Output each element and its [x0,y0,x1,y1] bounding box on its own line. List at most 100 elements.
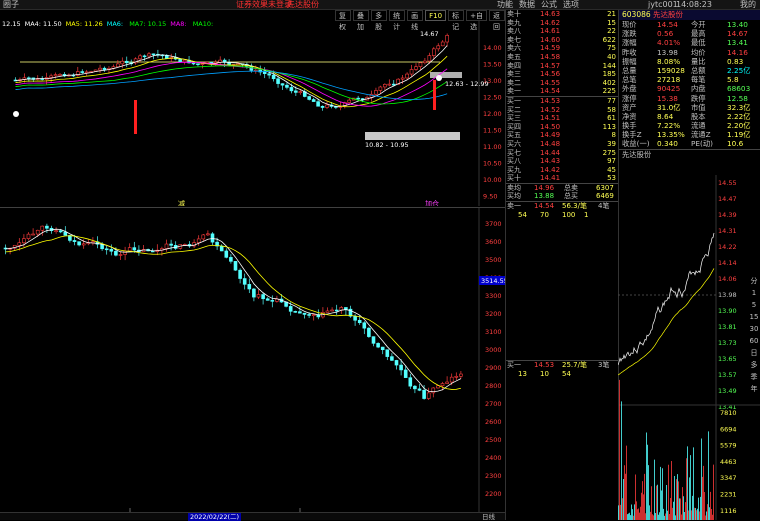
ma-legend-item: MA5: 11.26 [65,20,103,28]
y-axis-label: 3500 [485,256,502,264]
toolbar-button[interactable]: F10 [425,10,447,21]
sell-level[interactable]: 卖三 14.56 185 [506,70,618,79]
period-tab[interactable]: 15 [748,311,760,323]
buy-level[interactable]: 买四 14.50 113 [506,123,618,132]
toolbar-button[interactable]: 画线 [407,10,424,31]
intraday-chart[interactable]: 14.55 14.47 14.39 14.31 14.22 14.14 14.06 13.98… [618,175,760,520]
buy-level[interactable]: 买二 14.52 58 [506,106,618,115]
buy-level[interactable]: 买一 14.53 77 [506,97,618,106]
level-volume: 22 [607,27,616,36]
candle [127,247,132,252]
toolbar-button[interactable]: 返回 [489,10,506,31]
level-price: 14.55 [540,78,561,87]
ma-line [15,70,448,100]
buy-level[interactable]: 买五 14.49 8 [506,131,618,140]
candle [109,249,114,252]
price-label: 14.31 [718,227,737,235]
info-row: 净资 8.64 股本 2.22亿 [619,112,760,121]
ma-legend-item: MA4: 11.50 [24,20,62,28]
period-tab[interactable]: 多 [748,359,760,371]
kline-chart-stock[interactable]: 14.00 13.50 13.00 12.50 12.00 11.50 11.00 10.50… [0,10,505,206]
candle [63,231,68,236]
y-axis-label: 3700 [485,220,502,228]
info-field: 10.6 [727,139,744,149]
sell-level[interactable]: 卖一 14.54 225 [506,87,618,96]
login-notice[interactable]: 证券效果未登录 [236,0,292,10]
sell-level[interactable]: 卖五 14.58 40 [506,53,618,62]
sell-level[interactable]: 卖四 14.57 144 [506,62,618,71]
sell-level[interactable]: 卖七 14.60 622 [506,36,618,45]
candle [54,230,58,232]
candle [289,87,294,92]
sell-level[interactable]: 卖九 14.62 15 [506,19,618,28]
level-volume: 225 [602,87,616,96]
menu-data[interactable]: 数据 [519,0,535,10]
info-row: 涨幅 4.01% 最低 13.41 [619,38,760,47]
buy-level[interactable]: 买九 14.42 45 [506,166,618,175]
menu-formula[interactable]: 公式 [541,0,557,10]
level-label: 卖八 [507,27,521,36]
candle [22,238,26,244]
candle [182,59,187,63]
sell-level[interactable]: 卖十 14.63 21 [506,10,618,19]
candle [58,230,63,233]
candle [422,390,426,399]
toolbar-button[interactable]: 标记 [448,10,465,31]
period-tab[interactable]: 5 [748,299,760,311]
my-menu[interactable]: 我的 [740,0,756,10]
candle [320,105,325,108]
level-label: 买十 [507,174,521,183]
candle [302,312,307,315]
info-field: 股本 [691,111,706,121]
candle [118,254,123,256]
period-tab[interactable]: 年 [748,383,760,395]
buy-level[interactable]: 买七 14.44 275 [506,149,618,158]
y-axis-label: 3600 [485,238,502,246]
level-label: 买六 [507,139,521,148]
period-tab[interactable]: 60 [748,335,760,347]
ma-legend-item: MA7: 10.15 [129,20,167,28]
candle [247,284,252,290]
menu-options[interactable]: 选项 [563,0,579,10]
level-volume: 8 [611,131,616,140]
info-field: 昨收 [622,47,637,57]
toolbar-button[interactable]: 复权 [335,10,352,31]
level-price: 14.51 [540,114,561,123]
buy-level[interactable]: 买八 14.43 97 [506,157,618,166]
level-price: 14.50 [540,122,561,131]
info-field: 8.64 [657,111,674,121]
sell-level[interactable]: 卖六 14.59 75 [506,44,618,53]
level-volume: 97 [607,157,616,166]
volume-label: 6694 [720,425,737,433]
candle [45,225,49,229]
toolbar-button[interactable]: +自选 [466,10,487,31]
buy-level[interactable]: 买十 14.41 53 [506,174,618,183]
menu-function[interactable]: 功能 [497,0,513,10]
candle [454,375,459,378]
sell-level[interactable]: 卖二 14.55 402 [506,79,618,88]
period-tab[interactable]: 季 [748,371,760,383]
kline-chart-index[interactable]: 3700360035003400330032003100300029002800… [0,208,505,512]
toolbar-button[interactable]: 叠加 [353,10,370,31]
ma-line [15,61,448,107]
period-tab[interactable]: 分 [748,275,760,287]
avg-field: 14.96 [534,183,555,192]
stock-header[interactable]: 603086 先达股份 [619,10,760,20]
period-tab[interactable]: 30 [748,323,760,335]
candle [178,58,182,63]
toolbar-button[interactable]: 统计 [389,10,406,31]
candle [81,243,86,246]
price-label: 14.06 [718,275,737,283]
buy-level[interactable]: 买三 14.51 61 [506,114,618,123]
period-tab[interactable]: 1 [748,287,760,299]
candle [169,243,173,246]
period-tab[interactable]: 日 [748,347,760,359]
sell-level[interactable]: 卖八 14.61 22 [506,27,618,36]
low-mid-annotation: 12.63 - 12.99 [445,80,489,88]
toolbar-button[interactable]: 多股 [371,10,388,31]
price-label: 14.14 [718,259,737,267]
y-axis-label: 2700 [485,400,502,408]
sell1-detail: 54 70 100 1 [506,211,618,220]
level-price: 14.52 [540,105,561,114]
buy-level[interactable]: 买六 14.48 39 [506,140,618,149]
